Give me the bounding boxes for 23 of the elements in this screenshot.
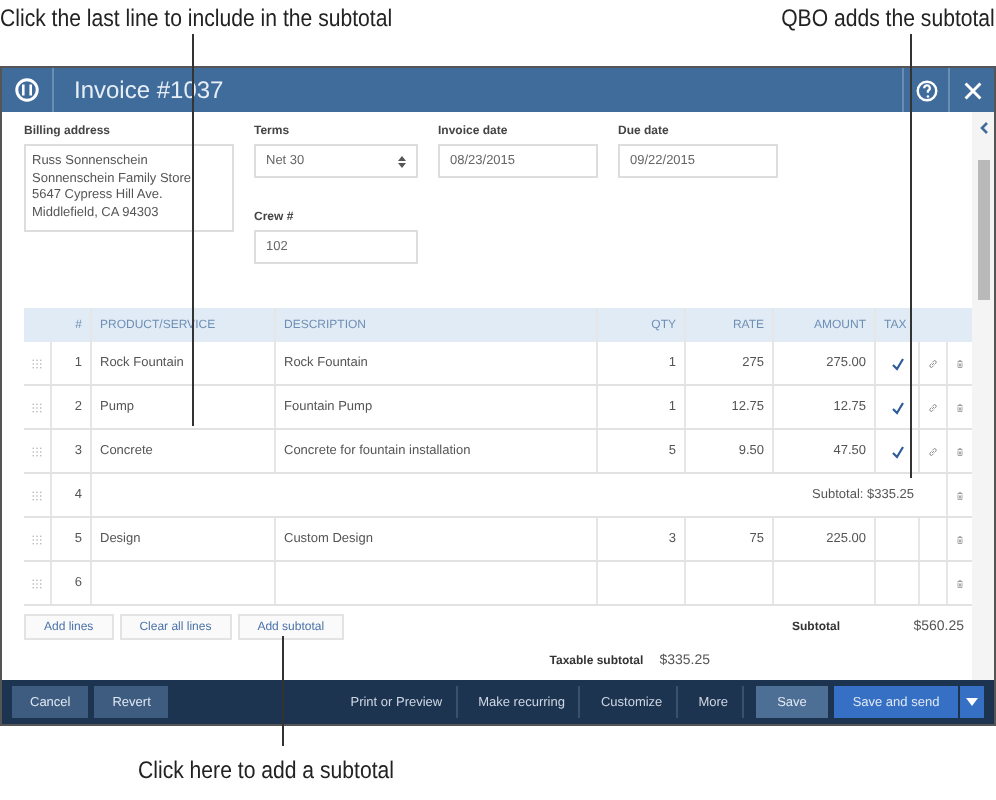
trash-icon[interactable] xyxy=(956,443,964,459)
check-icon[interactable] xyxy=(889,443,905,459)
trash-icon[interactable] xyxy=(956,355,964,371)
caret-icon xyxy=(966,698,978,706)
callout-text: Click the last line to include in the subtotal xyxy=(0,4,393,32)
close-icon[interactable] xyxy=(960,77,986,103)
leader-line xyxy=(282,636,284,746)
help-icon[interactable] xyxy=(914,77,940,103)
link-icon[interactable] xyxy=(928,443,938,459)
check-icon[interactable] xyxy=(889,355,905,371)
link-icon[interactable] xyxy=(928,399,938,415)
scrollbar-thumb[interactable] xyxy=(977,160,989,300)
callout-text: QBO adds the subtotal xyxy=(780,4,994,32)
dropdown-button[interactable] xyxy=(960,686,984,718)
collapse-icon[interactable] xyxy=(975,120,991,136)
check-icon[interactable] xyxy=(889,399,905,415)
stepper-icon xyxy=(398,155,406,167)
link-icon[interactable] xyxy=(928,355,938,371)
callout-text: Click here to add a subtotal xyxy=(138,756,394,784)
trash-icon[interactable] xyxy=(956,575,964,591)
trash-icon[interactable] xyxy=(956,399,964,415)
trash-icon[interactable] xyxy=(956,487,964,503)
trash-icon[interactable] xyxy=(956,531,964,547)
